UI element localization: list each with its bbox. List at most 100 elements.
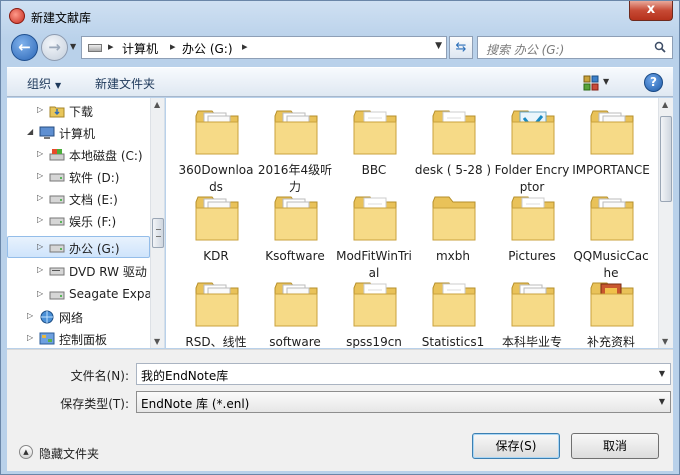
scroll-up-arrow-icon[interactable]: ▲ [154, 100, 160, 109]
file-item[interactable]: ModFitWinTrial [335, 190, 413, 280]
file-item[interactable]: RSD、线性 [177, 276, 255, 348]
filename-label: 文件名(N): [70, 369, 129, 383]
search-icon[interactable] [654, 41, 666, 53]
file-name: Ksoftware [265, 249, 325, 263]
nav-scroll-thumb[interactable] [152, 218, 164, 248]
breadcrumb-separator-icon[interactable]: ▸ [242, 40, 248, 53]
file-item[interactable]: BBC [335, 104, 413, 190]
scroll-up-arrow-icon[interactable]: ▲ [662, 100, 668, 109]
search-box[interactable]: 搜索 办公 (G:) [477, 36, 673, 59]
file-item[interactable]: Ksoftware [256, 190, 334, 276]
file-name: IMPORTANCE [572, 163, 650, 177]
download-folder-icon [49, 106, 65, 118]
refresh-button[interactable]: ⇆ [449, 36, 473, 59]
file-item[interactable]: spss19cn [335, 276, 413, 348]
cancel-button[interactable]: 取消 [571, 433, 659, 459]
expand-arrow-icon[interactable]: ▷ [37, 193, 43, 202]
drive-icon [49, 217, 65, 226]
scroll-down-arrow-icon[interactable]: ▼ [662, 337, 668, 346]
filetype-label: 保存类型(T): [60, 397, 129, 411]
expand-arrow-icon[interactable]: ▷ [37, 149, 43, 158]
expand-arrow-icon[interactable]: ▷ [37, 105, 43, 114]
nav-item-drive-g[interactable]: ▷ 办公 (G:) [7, 236, 150, 258]
network-icon [40, 310, 54, 324]
file-item[interactable]: 2016年4级听力 [256, 104, 334, 194]
forward-arrow-icon: → [48, 38, 61, 56]
file-name: 本科毕业专 [501, 335, 562, 348]
address-dropdown-icon[interactable]: ▼ [435, 41, 442, 51]
save-button[interactable]: 保存(S) [472, 433, 560, 459]
file-name: spss19cn [346, 335, 402, 348]
file-item[interactable]: KDR [177, 190, 255, 276]
scroll-down-arrow-icon[interactable]: ▼ [154, 337, 160, 346]
file-item[interactable]: Statistics1 [414, 276, 492, 348]
back-arrow-icon: ← [18, 38, 31, 56]
file-name: mxbh [435, 249, 470, 263]
expand-arrow-icon[interactable]: ▷ [37, 215, 43, 224]
view-options-dropdown[interactable]: ▼ [603, 77, 609, 86]
nav-item-seagate[interactable]: ▷ Seagate Expa [7, 284, 152, 306]
collapse-arrow-icon[interactable]: ◢ [27, 127, 33, 136]
breadcrumb-computer[interactable]: 计算机 [122, 40, 158, 57]
recent-locations-dropdown[interactable]: ▼ [70, 42, 76, 51]
save-dialog-window: 新建文献库 x ← → ▼ ▸ 计算机 ▸ 办公 (G:) ▸ ▼ ⇆ 搜索 办… [0, 0, 680, 475]
forward-button[interactable]: → [41, 34, 68, 61]
nav-item-downloads[interactable]: ▷ 下载 [7, 100, 150, 122]
filename-input[interactable]: 我的EndNote库 [141, 367, 228, 384]
file-name: 补充资料 [586, 335, 635, 348]
scroll-grip-icon [156, 229, 161, 237]
nav-item-network[interactable]: ▷ 网络 [7, 306, 150, 328]
address-bar[interactable]: ▸ 计算机 ▸ 办公 (G:) ▸ ▼ [81, 36, 447, 59]
breadcrumb-separator-icon[interactable]: ▸ [108, 40, 114, 53]
drive-icon [49, 173, 65, 182]
file-item[interactable]: IMPORTANCE [572, 104, 650, 190]
chevron-down-icon: ▼ [55, 81, 62, 90]
system-drive-icon [49, 149, 65, 161]
new-folder-button[interactable]: 新建文件夹 [95, 75, 155, 92]
back-button[interactable]: ← [11, 34, 38, 61]
nav-pane-scrollbar[interactable]: ▲ ▼ [150, 98, 164, 348]
nav-item-drive-d[interactable]: ▷ 软件 (D:) [7, 166, 150, 188]
drive-icon [49, 195, 65, 204]
nav-item-drive-c[interactable]: ▷ 本地磁盘 (C:) [7, 144, 150, 166]
filename-combobox[interactable]: 我的EndNote库 ▼ [136, 363, 671, 385]
nav-item-control-panel[interactable]: ▷ 控制面板 [7, 328, 150, 348]
nav-item-dvd-drive[interactable]: ▷ DVD RW 驱动 [7, 260, 150, 282]
file-name: BBC [361, 163, 387, 177]
file-pane-scrollbar[interactable]: ▲ ▼ [658, 98, 673, 348]
file-item[interactable]: QQMusicCache [572, 190, 650, 280]
nav-item-drive-f[interactable]: ▷ 娱乐 (F:) [7, 210, 150, 232]
breadcrumb-separator-icon[interactable]: ▸ [170, 40, 176, 53]
file-item[interactable]: Pictures [493, 190, 571, 276]
chevron-down-icon[interactable]: ▼ [659, 369, 665, 378]
file-item[interactable]: 本科毕业专 [493, 276, 571, 348]
file-item[interactable]: mxbh [414, 190, 492, 276]
file-scroll-thumb[interactable] [660, 116, 672, 202]
file-name: software [269, 335, 321, 348]
expand-arrow-icon[interactable]: ▷ [37, 289, 43, 298]
drive-icon [49, 291, 65, 300]
chevron-down-icon[interactable]: ▼ [659, 397, 665, 406]
window-title: 新建文献库 [31, 11, 92, 25]
title-bar: 新建文献库 x [1, 1, 679, 31]
refresh-icon: ⇆ [455, 40, 467, 55]
file-item[interactable]: Folder Encryptor [493, 104, 571, 194]
nav-item-drive-e[interactable]: ▷ 文档 (E:) [7, 188, 150, 210]
file-item[interactable]: 补充资料 [572, 276, 650, 348]
nav-item-computer[interactable]: ◢ 计算机 [7, 122, 150, 144]
filetype-select[interactable]: EndNote 库 (*.enl) ▼ [136, 391, 671, 413]
file-name: RSD、线性 [185, 335, 247, 348]
expand-arrow-icon[interactable]: ▷ [27, 311, 33, 320]
expand-arrow-icon[interactable]: ▷ [37, 242, 43, 251]
file-item[interactable]: software [256, 276, 334, 348]
expand-arrow-icon[interactable]: ▷ [37, 171, 43, 180]
organize-button[interactable]: 组织 ▼ [27, 75, 61, 92]
expand-arrow-icon[interactable]: ▷ [37, 265, 43, 274]
expand-arrow-icon[interactable]: ▷ [27, 333, 33, 342]
file-item[interactable]: 360Downloads [177, 104, 255, 194]
file-item[interactable]: desk ( 5-28 ) [414, 104, 492, 190]
help-icon[interactable]: ? [644, 73, 663, 92]
breadcrumb-drive-g[interactable]: 办公 (G:) [182, 40, 233, 57]
change-view-icon[interactable] [583, 75, 599, 91]
close-button[interactable]: x [629, 1, 673, 21]
